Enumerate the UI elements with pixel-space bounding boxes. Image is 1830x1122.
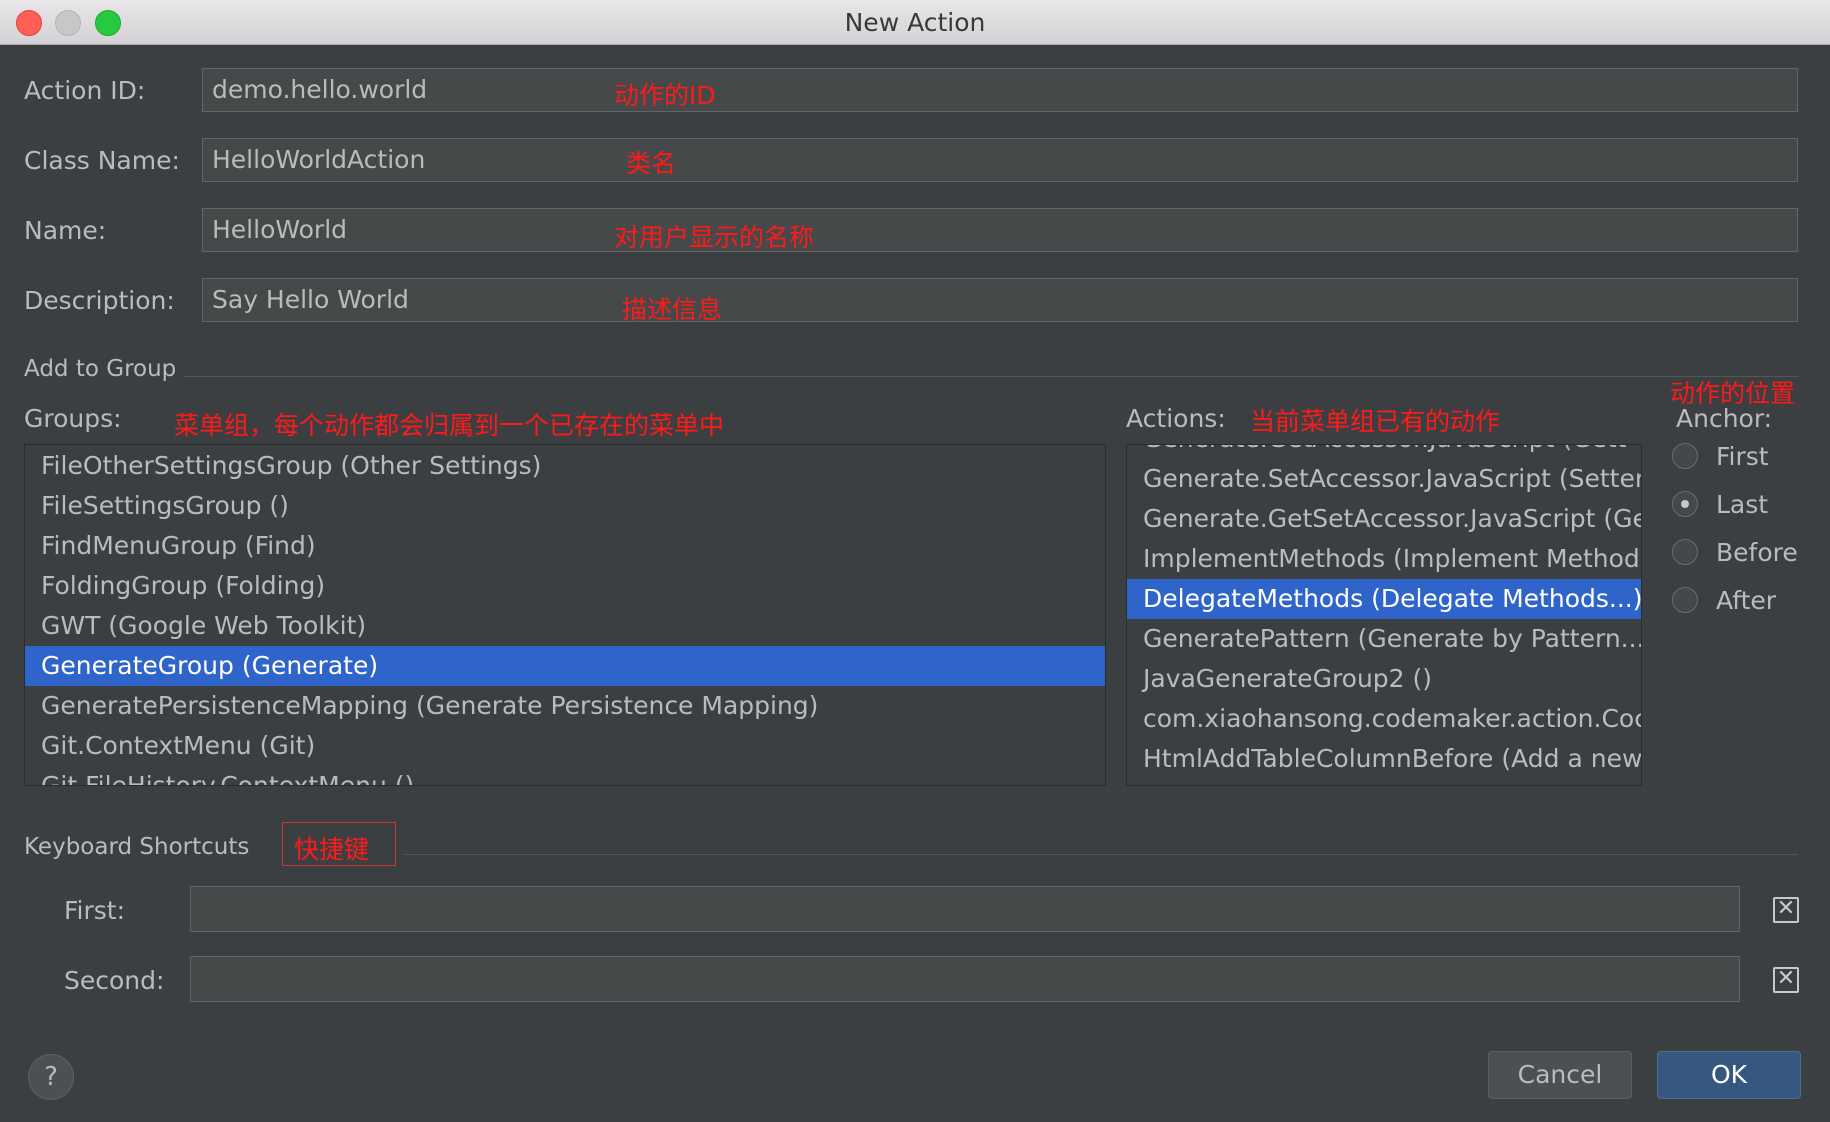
groups-annotation: 菜单组，每个动作都会归属到一个已存在的菜单中 [174, 411, 725, 440]
ok-button[interactable]: OK [1657, 1051, 1801, 1099]
group-item[interactable]: FileOtherSettingsGroup (Other Settings) [25, 446, 1105, 486]
first-shortcut-label: First: [64, 896, 126, 925]
action-item[interactable]: JavaGenerateGroup2 () [1127, 659, 1641, 699]
anchor-option-label: Last [1716, 489, 1769, 519]
radio-icon[interactable] [1672, 539, 1698, 565]
group-item[interactable]: FoldingGroup (Folding) [25, 566, 1105, 606]
shortcuts-annotation: 快捷键 [294, 835, 370, 864]
group-separator [184, 376, 1798, 377]
action-item[interactable]: Generate.GetSetAccessor.JavaScript (Ge [1127, 499, 1641, 539]
groups-label: Groups: [24, 404, 122, 433]
action-item-selected[interactable]: DelegateMethods (Delegate Methods...) [1127, 579, 1641, 619]
name-annotation: 对用户显示的名称 [614, 223, 815, 252]
action-id-field[interactable]: demo.hello.world [202, 68, 1798, 112]
anchor-option-label: First [1716, 441, 1769, 471]
class-name-label: Class Name: [24, 146, 180, 175]
name-label: Name: [24, 216, 107, 245]
description-annotation: 描述信息 [622, 295, 723, 324]
radio-icon[interactable] [1672, 587, 1698, 613]
action-item[interactable]: GeneratePattern (Generate by Pattern...) [1127, 619, 1641, 659]
action-id-annotation: 动作的ID [614, 81, 716, 110]
anchor-option-first[interactable]: First [1672, 438, 1769, 474]
radio-selected-icon[interactable] [1672, 491, 1698, 517]
add-to-group-title: Add to Group [24, 356, 177, 382]
second-shortcut-field[interactable] [190, 956, 1740, 1002]
first-shortcut-field[interactable] [190, 886, 1740, 932]
anchor-label: Anchor: [1676, 404, 1773, 433]
anchor-option-after[interactable]: After [1672, 582, 1776, 618]
action-item[interactable]: ImplementMethods (Implement Methods [1127, 539, 1641, 579]
help-button[interactable]: ? [28, 1054, 74, 1100]
action-item[interactable]: Generate.GetAccessor.JavaScript (Gett [1127, 445, 1641, 459]
title-bar: New Action [0, 0, 1830, 45]
group-item-selected[interactable]: GenerateGroup (Generate) [25, 646, 1105, 686]
keyboard-shortcuts-title: Keyboard Shortcuts [24, 834, 250, 860]
anchor-option-last[interactable]: Last [1672, 486, 1768, 522]
clear-first-shortcut-icon[interactable]: ✕ [1773, 897, 1799, 923]
cancel-button[interactable]: Cancel [1488, 1051, 1632, 1099]
action-item[interactable]: com.xiaohansong.codemaker.action.Coc [1127, 699, 1641, 739]
anchor-option-before[interactable]: Before [1672, 534, 1798, 570]
group-item[interactable]: FileSettingsGroup () [25, 486, 1105, 526]
anchor-option-label: After [1716, 585, 1777, 615]
action-item[interactable]: Generate.SetAccessor.JavaScript (Setter [1127, 459, 1641, 499]
description-label: Description: [24, 286, 175, 315]
group-item[interactable]: Git.ContextMenu (Git) [25, 726, 1105, 766]
second-shortcut-label: Second: [64, 966, 165, 995]
name-field[interactable]: HelloWorld [202, 208, 1798, 252]
groups-list[interactable]: FileOtherSettingsGroup (Other Settings) … [24, 444, 1106, 786]
action-id-label: Action ID: [24, 76, 146, 105]
actions-list[interactable]: Generate.GetAccessor.JavaScript (Gett Ge… [1126, 444, 1642, 786]
class-name-annotation: 类名 [626, 149, 677, 178]
shortcuts-separator [404, 854, 1798, 855]
actions-label: Actions: [1126, 404, 1226, 433]
group-item[interactable]: FindMenuGroup (Find) [25, 526, 1105, 566]
action-item[interactable]: HtmlAddTableColumnBefore (Add a new [1127, 739, 1641, 779]
description-field[interactable]: Say Hello World [202, 278, 1798, 322]
anchor-option-label: Before [1716, 537, 1798, 567]
clear-second-shortcut-icon[interactable]: ✕ [1773, 967, 1799, 993]
actions-annotation: 当前菜单组已有的动作 [1250, 407, 1501, 436]
class-name-field[interactable]: HelloWorldAction [202, 138, 1798, 182]
group-item[interactable]: GeneratePersistenceMapping (Generate Per… [25, 686, 1105, 726]
group-item[interactable]: GWT (Google Web Toolkit) [25, 606, 1105, 646]
group-item[interactable]: Git.FileHistory.ContextMenu () [25, 766, 1105, 785]
radio-icon[interactable] [1672, 443, 1698, 469]
window-title: New Action [844, 8, 986, 37]
